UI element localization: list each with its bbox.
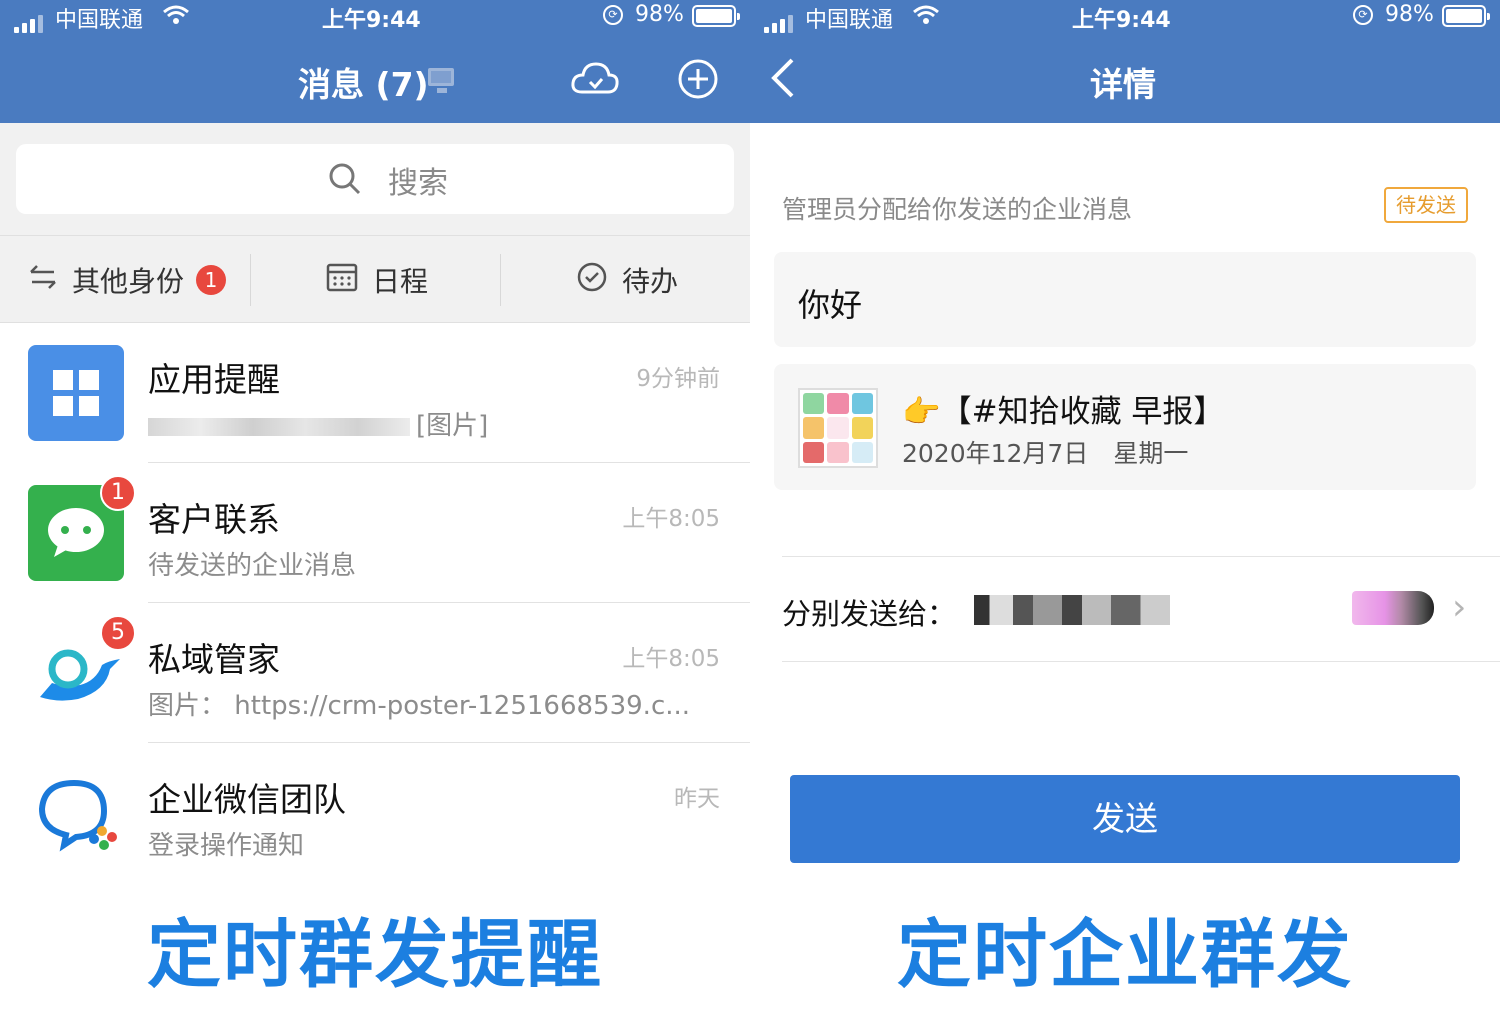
tab-label: 其他身份 — [72, 265, 185, 298]
switch-icon — [28, 264, 58, 297]
unread-badge: 1 — [100, 475, 136, 511]
message-text: 你好 — [798, 286, 863, 324]
send-to-row[interactable]: 分别发送给： › — [782, 556, 1500, 662]
link-card[interactable]: 👉【#知拾收藏 早报】 2020年12月7日 星期一 — [774, 364, 1476, 490]
battery-icon — [1442, 5, 1490, 27]
battery-icon — [692, 5, 740, 27]
clock: 上午9:44 — [322, 8, 421, 33]
carrier-label: 中国联通 — [55, 8, 144, 33]
search-placeholder: 搜索 — [388, 166, 448, 201]
rotation-lock-icon: ⟳ — [1353, 5, 1373, 25]
item-title: 私域管家 — [148, 640, 280, 679]
item-title: 客户联系 — [148, 500, 280, 539]
cloud-icon[interactable] — [570, 58, 620, 102]
caption-text: 定时群发提醒 — [147, 912, 603, 998]
signal-icon — [764, 8, 796, 33]
item-subtitle: 待发送的企业消息 — [148, 551, 357, 581]
item-subtitle: [图片] — [148, 405, 488, 442]
pointing-hand-icon: 👉 — [902, 394, 941, 430]
item-title: 应用提醒 — [148, 360, 280, 399]
notification-badge: 1 — [196, 265, 227, 295]
app-grid-icon — [28, 345, 124, 441]
battery-percent: 98% — [1385, 2, 1434, 27]
message-text-box: 你好 — [774, 252, 1476, 347]
tab-other-identity[interactable]: 其他身份 1 — [28, 236, 227, 324]
page-title: 详情 — [1090, 65, 1156, 104]
detail-screen: 中国联通 上午9:44 ⟳ 98% 详情 管理员分配给你发送的企业消息 待发送 … — [750, 0, 1500, 1017]
list-item[interactable]: 应用提醒 9分钟前 [图片] — [0, 323, 750, 463]
item-time: 上午8:05 — [622, 506, 720, 532]
messages-screen: 中国联通 上午9:44 ⟳ 98% 消息 (7) 搜索 其他身份 1 日程 待办 — [0, 0, 750, 1017]
caption-text: 定时企业群发 — [897, 912, 1353, 998]
quick-tabs: 其他身份 1 日程 待办 — [0, 235, 750, 323]
search-input[interactable]: 搜索 — [16, 144, 734, 214]
wifi-icon — [912, 4, 940, 32]
blurred-recipients — [974, 595, 1170, 625]
signal-icon — [14, 8, 46, 33]
back-icon[interactable] — [768, 56, 798, 104]
chevron-right-icon: › — [1452, 587, 1467, 628]
wifi-icon — [162, 4, 190, 32]
list-item[interactable]: 1 客户联系 上午8:05 待发送的企业消息 — [0, 463, 750, 603]
card-title: 👉【#知拾收藏 早报】 — [902, 394, 1225, 430]
tab-todo[interactable]: 待办 — [576, 236, 678, 324]
battery-percent: 98% — [635, 2, 684, 27]
unread-badge: 5 — [100, 615, 136, 651]
send-button[interactable]: 发送 — [790, 775, 1460, 863]
item-subtitle: 图片： https://crm-poster-1251668539.c... — [148, 691, 691, 721]
add-icon[interactable] — [677, 58, 719, 104]
send-to-label: 分别发送给： — [782, 597, 957, 631]
item-subtitle: 登录操作通知 — [148, 831, 305, 861]
item-time: 9分钟前 — [636, 366, 720, 392]
blurred-text — [148, 417, 410, 436]
status-badge: 待发送 — [1384, 187, 1468, 223]
search-icon — [328, 162, 362, 200]
item-title: 企业微信团队 — [148, 780, 346, 819]
item-time: 上午8:05 — [622, 646, 720, 672]
wecom-logo-icon — [28, 765, 124, 861]
tab-schedule[interactable]: 日程 — [326, 236, 428, 324]
list-item[interactable]: 企业微信团队 昨天 登录操作通知 — [0, 743, 750, 883]
clock: 上午9:44 — [1072, 8, 1171, 33]
page-title: 消息 (7) — [298, 65, 429, 104]
tab-label: 日程 — [372, 265, 429, 298]
rotation-lock-icon: ⟳ — [603, 5, 623, 25]
desktop-icon — [428, 68, 454, 93]
calendar-icon — [326, 262, 358, 299]
info-text: 管理员分配给你发送的企业消息 — [782, 195, 1133, 224]
status-bar: 中国联通 上午9:44 ⟳ 98% — [0, 0, 750, 34]
recipient-avatars — [1352, 591, 1434, 625]
status-bar: 中国联通 上午9:44 ⟳ 98% — [750, 0, 1500, 34]
check-circle-icon — [576, 261, 608, 300]
carrier-label: 中国联通 — [805, 8, 894, 33]
card-date: 2020年12月7日 星期一 — [902, 439, 1189, 468]
tab-label: 待办 — [622, 265, 679, 298]
item-time: 昨天 — [674, 786, 720, 812]
card-thumbnail — [798, 388, 878, 468]
list-item[interactable]: 5 私域管家 上午8:05 图片： https://crm-poster-125… — [0, 603, 750, 743]
